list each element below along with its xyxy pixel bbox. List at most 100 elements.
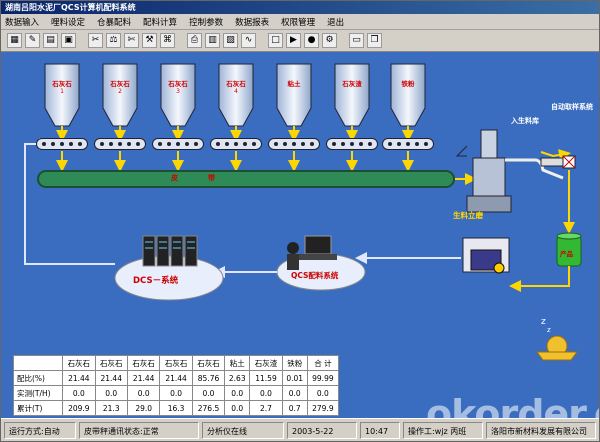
silo-5-label: 粘土: [287, 80, 301, 88]
status-run-mode: 运行方式:自动: [4, 421, 76, 439]
silo-2-label: 石灰石: [110, 80, 130, 88]
status-belt-comm: 皮带秤通讯状态:正常: [79, 421, 199, 439]
feeder-3[interactable]: [152, 138, 204, 150]
row-label: 实测(T/H): [12, 385, 64, 401]
table-cell: 209.9: [62, 400, 96, 416]
silo-7[interactable]: 铁粉: [391, 60, 425, 138]
mill-label: 生料立磨: [453, 211, 483, 220]
menu-data-input[interactable]: 数据输入: [5, 16, 39, 28]
auto-sampling-label: 自动取样系统: [551, 103, 593, 111]
status-bar: 运行方式:自动 皮带秤通讯状态:正常 分析仪在线 2003-5-22 10:47…: [1, 418, 599, 441]
silo-7-label: 铁粉: [401, 80, 415, 88]
table-cell[interactable]: 2.63: [224, 370, 251, 386]
feeder-1[interactable]: [36, 138, 88, 150]
monitor-icon[interactable]: ▭: [349, 33, 364, 48]
window-title: 湖南吕阳水泥厂QCS计算机配料系统: [1, 1, 599, 14]
menu-material-setting[interactable]: 哩料设定: [51, 16, 85, 28]
silo-2[interactable]: 石灰石 2: [103, 60, 137, 138]
status-company: 洛阳市新材料发展有限公司: [486, 421, 596, 439]
silo-4[interactable]: 石灰石 4: [219, 60, 253, 138]
status-date: 2003-5-22: [287, 421, 357, 439]
mill-graphic: [455, 129, 512, 213]
table-cell: 0.0: [126, 385, 161, 401]
table-cell: 2.7: [249, 400, 283, 416]
table-cell: 0.0: [191, 385, 226, 401]
page-icon[interactable]: □: [268, 33, 283, 48]
menu-permission[interactable]: 权限管理: [281, 16, 315, 28]
feeder-5[interactable]: [268, 138, 320, 150]
gear-icon[interactable]: ⚙: [322, 33, 337, 48]
table-cell[interactable]: 0.01: [281, 370, 308, 386]
tools-icon[interactable]: ⚒: [142, 33, 157, 48]
table-row: 实测(T/H) 0.0 0.0 0.0 0.0 0.0 0.0 0.0 0.0 …: [12, 385, 340, 401]
table-cell: 0.0: [159, 385, 193, 401]
menu-silo-batching[interactable]: 仓暴配料: [97, 16, 131, 28]
silo-3[interactable]: 石灰石 3: [161, 60, 195, 138]
silo-5[interactable]: 粘土: [277, 60, 311, 138]
silo-1[interactable]: 石灰石 1: [45, 60, 79, 138]
table-cell: 276.5: [191, 400, 226, 416]
row-label: 配比(%): [12, 370, 64, 386]
table-header-cell: 石灰石: [159, 355, 193, 371]
svg-text:z: z: [541, 317, 546, 327]
svg-text:z: z: [547, 326, 551, 334]
dcs-system-label[interactable]: DCS－系统: [133, 274, 178, 286]
main-belt-conveyor[interactable]: [37, 170, 455, 188]
table-header-cell: 粘土: [224, 355, 251, 371]
silo-6-label: 石灰渣: [342, 80, 362, 88]
process-diagram: z z 石灰石 1 石灰石 2 石灰石 3 石灰石 4 粘土 石灰渣 铁粉 皮带…: [1, 52, 599, 418]
table-cell[interactable]: 21.44: [62, 370, 96, 386]
play-icon[interactable]: ▶: [286, 33, 301, 48]
table-cell: 0.0: [249, 385, 283, 401]
table-header-cell: 石灰渣: [249, 355, 283, 371]
table-cell: 0.0: [94, 385, 128, 401]
table-cell: 0.0: [224, 385, 251, 401]
print-icon[interactable]: ⎙: [187, 33, 202, 48]
silo-3-label: 石灰石: [168, 80, 188, 88]
menu-exit[interactable]: 退出: [327, 16, 344, 28]
table-cell: 0.0: [224, 400, 251, 416]
scale-icon[interactable]: ⚖: [106, 33, 121, 48]
table-cell[interactable]: 21.44: [159, 370, 193, 386]
table-cell[interactable]: 21.44: [126, 370, 161, 386]
table-header-row: 石灰石 石灰石 石灰石 石灰石 石灰石 粘土 石灰渣 铁粉 合 计: [12, 355, 340, 371]
menu-control-params[interactable]: 控制参数: [189, 16, 223, 28]
graph-icon[interactable]: ∿: [241, 33, 256, 48]
feeder-2[interactable]: [94, 138, 146, 150]
table-cell[interactable]: 11.59: [249, 370, 283, 386]
analyzer-graphic: [462, 237, 510, 274]
silo-3-number: 3: [176, 88, 180, 95]
menu-batch-calculation[interactable]: 配料计算: [143, 16, 177, 28]
table-header-cell: 石灰石: [126, 355, 161, 371]
qcs-system-label[interactable]: QCS配料系统: [291, 270, 338, 281]
menu-bar: 数据输入 哩料设定 仓暴配料 配料计算 控制参数 数据报表 权限管理 退出: [1, 14, 599, 30]
menu-data-report[interactable]: 数据报表: [235, 16, 269, 28]
window-icon[interactable]: ❐: [367, 33, 382, 48]
scissors-icon[interactable]: ✄: [124, 33, 139, 48]
status-analyzer: 分析仪在线: [202, 421, 284, 439]
row-label: 累计(T): [12, 400, 64, 416]
network-icon[interactable]: ⌘: [160, 33, 175, 48]
document-icon[interactable]: ▤: [43, 33, 58, 48]
raw-material-label: 入生料库: [511, 117, 539, 125]
table-cell: 0.7: [281, 400, 308, 416]
table-cell[interactable]: 85.76: [191, 370, 226, 386]
table-cell: 29.0: [126, 400, 161, 416]
save-icon[interactable]: ▣: [61, 33, 76, 48]
table-cell: 0.0: [62, 385, 96, 401]
silo-6[interactable]: 石灰渣: [335, 60, 369, 138]
feeder-4[interactable]: [210, 138, 262, 150]
cut-icon[interactable]: ✂: [88, 33, 103, 48]
feeder-7[interactable]: [382, 138, 434, 150]
table-row: 累计(T) 209.9 21.3 29.0 16.3 276.5 0.0 2.7…: [12, 400, 340, 416]
watermark: okorder.com: [426, 392, 599, 418]
pen-icon[interactable]: ✎: [25, 33, 40, 48]
product-tank-label: 产品: [560, 250, 573, 258]
record-icon[interactable]: ●: [304, 33, 319, 48]
feeder-6[interactable]: [326, 138, 378, 150]
archive-icon[interactable]: ▥: [205, 33, 220, 48]
table-cell[interactable]: 21.44: [94, 370, 128, 386]
table-header-cell: 合 计: [306, 355, 340, 371]
chart-icon[interactable]: ▨: [223, 33, 238, 48]
calculator-icon[interactable]: ▦: [7, 33, 22, 48]
